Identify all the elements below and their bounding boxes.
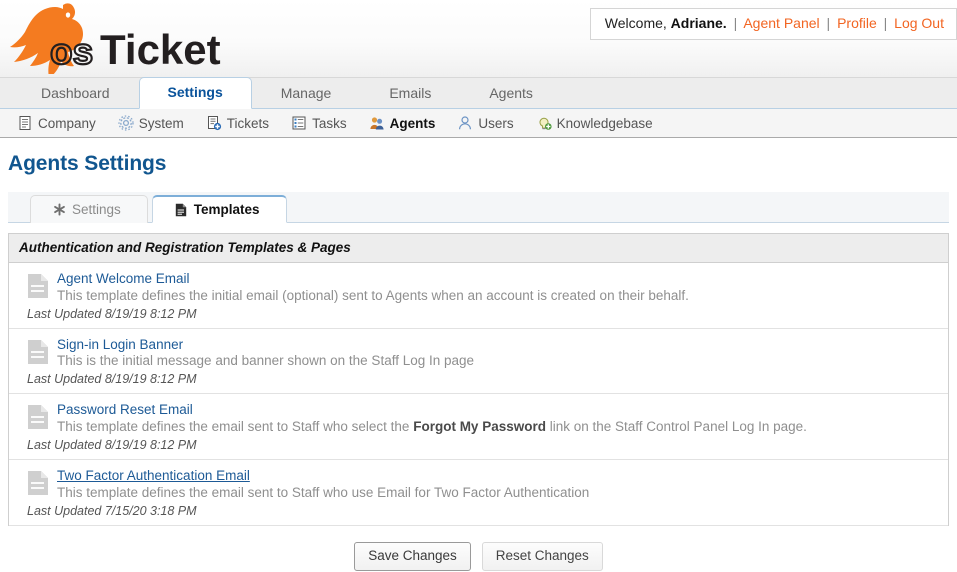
welcome-separator-3: |: [884, 15, 888, 31]
subnav-label-agents: Agents: [390, 116, 436, 131]
tasks-list-icon: [291, 115, 307, 131]
tab-agents[interactable]: Agents: [460, 78, 562, 109]
logout-link[interactable]: Log Out: [894, 15, 944, 31]
welcome-username: Adriane.: [671, 15, 727, 31]
tab-manage[interactable]: Manage: [252, 78, 361, 109]
tab-settings-content[interactable]: Settings: [30, 195, 148, 223]
template-link[interactable]: Password Reset Email: [57, 402, 193, 418]
table-row[interactable]: Agent Welcome Email This template define…: [9, 263, 948, 329]
users-person-icon: [457, 115, 473, 131]
document-icon: [27, 339, 49, 365]
subnav-item-knowledgebase[interactable]: Knowledgebase: [536, 115, 653, 131]
description-text-after: link on the Staff Control Panel Log In p…: [546, 419, 807, 434]
subnav-label-users: Users: [478, 116, 513, 131]
template-description: This is the initial message and banner s…: [57, 353, 938, 369]
subnav-label-tasks: Tasks: [312, 116, 347, 131]
svg-text:Ticket: Ticket: [100, 26, 221, 73]
description-text: This is the initial message and banner s…: [57, 353, 474, 368]
system-gear-icon: [118, 115, 134, 131]
tab-templates-label: Templates: [194, 202, 260, 217]
asterisk-icon: [53, 203, 66, 217]
template-link[interactable]: Agent Welcome Email: [57, 271, 190, 287]
form-actions: Save Changes Reset Changes: [0, 542, 957, 571]
page-title: Agents Settings: [0, 138, 957, 176]
welcome-prefix: Welcome,: [605, 15, 667, 31]
welcome-separator-1: |: [734, 15, 738, 31]
subnav-item-tasks[interactable]: Tasks: [291, 115, 347, 131]
welcome-separator-2: |: [827, 15, 831, 31]
template-description: This template defines the email sent to …: [57, 419, 938, 435]
document-icon: [27, 273, 49, 299]
tab-settings[interactable]: Settings: [139, 77, 252, 109]
template-description: This template defines the email sent to …: [57, 485, 938, 501]
subnav-label-tickets: Tickets: [227, 116, 269, 131]
table-row[interactable]: Password Reset Email This template defin…: [9, 394, 948, 460]
subnav-item-system[interactable]: System: [118, 115, 184, 131]
subnav-label-knowledgebase: Knowledgebase: [557, 116, 653, 131]
primary-navigation: Dashboard Settings Manage Emails Agents: [0, 78, 957, 109]
description-text: This template defines the initial email …: [57, 288, 689, 303]
template-link[interactable]: Sign-in Login Banner: [57, 337, 183, 353]
template-last-updated: Last Updated 8/19/19 8:12 PM: [27, 307, 938, 321]
agents-people-icon: [369, 115, 385, 131]
table-row[interactable]: Two Factor Authentication Email This tem…: [9, 460, 948, 526]
reset-changes-button[interactable]: Reset Changes: [482, 542, 603, 571]
company-document-icon: [17, 115, 33, 131]
tab-templates-content[interactable]: Templates: [152, 195, 287, 223]
document-icon: [27, 404, 49, 430]
svg-text:os: os: [50, 31, 93, 72]
template-description: This template defines the initial email …: [57, 288, 938, 304]
template-last-updated: Last Updated 7/15/20 3:18 PM: [27, 504, 938, 518]
table-row[interactable]: Sign-in Login Banner This is the initial…: [9, 329, 948, 395]
subnav-item-tickets[interactable]: Tickets: [206, 115, 269, 131]
subnav-label-system: System: [139, 116, 184, 131]
templates-panel: Authentication and Registration Template…: [8, 233, 949, 526]
tab-dashboard[interactable]: Dashboard: [12, 78, 139, 109]
agent-panel-link[interactable]: Agent Panel: [743, 15, 819, 31]
page-icon: [175, 203, 188, 217]
template-last-updated: Last Updated 8/19/19 8:12 PM: [27, 438, 938, 452]
settings-subnav: Company System Tickets: [0, 109, 957, 138]
template-last-updated: Last Updated 8/19/19 8:12 PM: [27, 372, 938, 386]
description-emphasis: Forgot My Password: [413, 419, 546, 434]
tab-emails[interactable]: Emails: [360, 78, 460, 109]
content-tab-bar: Settings Templates: [8, 192, 949, 223]
tab-settings-label: Settings: [72, 202, 121, 217]
subnav-label-company: Company: [38, 116, 96, 131]
subnav-item-users[interactable]: Users: [457, 115, 513, 131]
tickets-icon: [206, 115, 222, 131]
knowledgebase-bulb-icon: [536, 115, 552, 131]
save-changes-button[interactable]: Save Changes: [354, 542, 471, 571]
description-text-before: This template defines the email sent to …: [57, 419, 413, 434]
template-link[interactable]: Two Factor Authentication Email: [57, 468, 250, 484]
osticket-logo[interactable]: os Ticket: [8, 2, 223, 74]
panel-heading: Authentication and Registration Template…: [9, 234, 948, 263]
description-text: This template defines the email sent to …: [57, 485, 589, 500]
subnav-item-company[interactable]: Company: [17, 115, 96, 131]
welcome-bar: Welcome, Adriane. | Agent Panel | Profil…: [590, 8, 957, 40]
profile-link[interactable]: Profile: [837, 15, 877, 31]
app-header: os Ticket Welcome, Adriane. | Agent Pane…: [0, 0, 957, 78]
subnav-item-agents[interactable]: Agents: [369, 115, 436, 131]
document-icon: [27, 470, 49, 496]
